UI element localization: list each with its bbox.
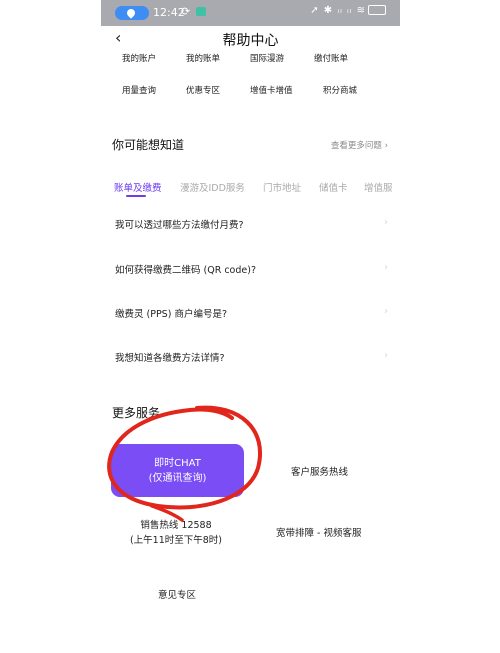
faq-item-label: 我想知道各缴费方法详情? [115, 353, 225, 364]
chevron-right-icon: › [384, 262, 388, 273]
quick-link-topup[interactable]: 增值卡增值 [250, 84, 293, 96]
quick-link-points-mall[interactable]: 积分商城 [323, 84, 357, 96]
signal-icons: ➚ ✱ ᵢₗ ᵢₗ ≋ [310, 5, 386, 16]
feedback-zone-button[interactable]: 意见专区 [158, 587, 196, 601]
tab-stored-value-card[interactable]: 储值卡 [319, 180, 348, 194]
sync-icon: ⟳ [181, 5, 191, 18]
sales-hotline-number: 销售热线 12588 [140, 520, 212, 531]
more-services-title: 更多服务 [112, 406, 161, 420]
live-chat-label: 即时CHAT [154, 458, 201, 469]
faq-tabs: 账单及缴费 漫游及IDD服务 门市地址 储值卡 增值服 [101, 176, 400, 198]
status-time: 12:42 [153, 6, 185, 19]
live-chat-button[interactable]: 即时CHAT (仅通讯查询) [111, 444, 244, 497]
quick-link-usage[interactable]: 用量查询 [122, 84, 156, 96]
broadband-video-support-button[interactable]: 宽带排障 - 视频客服 [276, 525, 361, 539]
quick-link-my-bill[interactable]: 我的账单 [186, 52, 220, 64]
chevron-right-icon: › [384, 350, 388, 361]
page-header: ‹ 帮助中心 [101, 26, 400, 50]
chevron-right-icon: › [384, 217, 388, 228]
faq-item-label: 我可以透过哪些方法缴付月费? [115, 220, 244, 231]
sales-hotline-button[interactable]: 销售热线 12588 (上午11时至下午8时) [126, 518, 226, 548]
status-bar: 12:42 ⟳ ➚ ✱ ᵢₗ ᵢₗ ≋ [101, 0, 400, 26]
tab-billing[interactable]: 账单及缴费 [114, 180, 162, 194]
customer-hotline-button[interactable]: 客户服务热线 [291, 464, 348, 478]
tab-shop-address[interactable]: 门市地址 [263, 180, 301, 194]
chevron-right-icon: › [384, 306, 388, 317]
faq-section-title: 你可能想知道 [112, 138, 185, 152]
phone-screen: 12:42 ⟳ ➚ ✱ ᵢₗ ᵢₗ ≋ ‹ 帮助中心 我的账户 我的账单 国际漫… [101, 0, 400, 653]
page-title: 帮助中心 [222, 33, 279, 49]
faq-item-label: 缴费灵 (PPS) 商户编号是? [115, 309, 227, 320]
location-pill-icon [115, 6, 149, 20]
tab-roaming-idd[interactable]: 漫游及IDD服务 [180, 180, 245, 194]
quick-link-my-account[interactable]: 我的账户 [122, 52, 156, 64]
quick-link-roaming[interactable]: 国际漫游 [250, 52, 284, 64]
quick-link-pay-bill[interactable]: 缴付账单 [314, 52, 348, 64]
active-tab-indicator [126, 195, 146, 197]
faq-item-label: 如何获得缴费二维码 (QR code)? [115, 265, 256, 276]
live-chat-sublabel: (仅通讯查询) [148, 473, 207, 484]
tab-topup-services[interactable]: 增值服 [364, 180, 393, 194]
battery-icon [368, 5, 386, 15]
quick-link-offers[interactable]: 优惠专区 [186, 84, 220, 96]
app-notification-icon [196, 7, 206, 16]
sales-hotline-hours: (上午11时至下午8时) [129, 535, 223, 546]
see-more-questions-link[interactable]: 查看更多问题 › [331, 139, 388, 151]
